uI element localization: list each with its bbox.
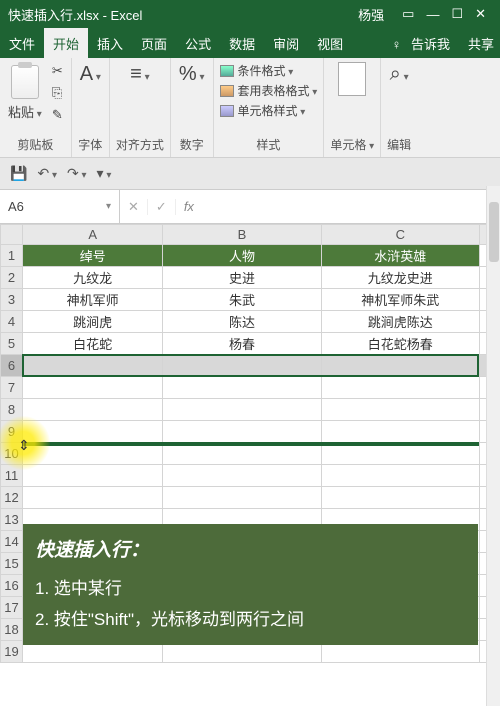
tab-formulas[interactable]: 公式 <box>176 28 220 58</box>
file-name: 快速插入行.xlsx - Excel <box>8 5 142 24</box>
data-row-4: 4 跳涧虎 陈达 跳涧虎陈达 <box>1 311 500 333</box>
close-icon[interactable]: ✕ <box>475 6 486 22</box>
table-format-icon <box>220 85 234 97</box>
cells-button[interactable] <box>330 62 374 96</box>
paste-button[interactable]: 粘贴 <box>6 65 44 122</box>
title-bar: 快速插入行.xlsx - Excel 杨强 ▭ — ☐ ✕ <box>0 0 500 28</box>
copy-icon[interactable]: ⎘ <box>50 84 65 102</box>
tab-data[interactable]: 数据 <box>220 28 264 58</box>
cond-format-icon <box>220 65 234 77</box>
tell-me[interactable]: ♀ 告诉我 <box>386 34 462 53</box>
cell-style-icon <box>220 105 234 117</box>
group-cells: 单元格 <box>324 58 381 157</box>
name-box[interactable]: A6 <box>0 190 120 223</box>
tab-home[interactable]: 开始 <box>44 28 88 58</box>
clipboard-icon <box>11 65 39 99</box>
ribbon: 粘贴 ✂ ⎘ ✎ 剪贴板 A 字体 ≡ 对齐方式 % 数字 条件格式 套用表格格… <box>0 58 500 158</box>
guide-title: 快速插入行： <box>35 534 466 568</box>
vertical-scrollbar[interactable] <box>486 186 500 706</box>
cell-style[interactable]: 单元格样式 <box>220 102 318 119</box>
cut-icon[interactable]: ✂ <box>50 62 65 80</box>
instruction-overlay: 快速插入行： 1. 选中某行 2. 按住"Shift"，光标移动到两行之间 <box>23 524 478 645</box>
group-align: ≡ 对齐方式 <box>110 58 171 157</box>
clipboard-label: 剪贴板 <box>6 134 65 153</box>
row-header[interactable]: 1 <box>1 245 23 267</box>
ribbon-options-icon[interactable]: ▭ <box>402 6 414 22</box>
cells-icon <box>338 62 366 96</box>
selected-row-6: 6 <box>1 355 500 377</box>
user-name: 杨强 <box>358 5 384 24</box>
quick-access-toolbar: 💾 ↶ ↷ ▾ <box>0 158 500 190</box>
col-header-A[interactable]: A <box>23 225 163 245</box>
share-button[interactable]: 共享 <box>462 34 500 53</box>
tab-layout[interactable]: 页面 <box>132 28 176 58</box>
col-header-C[interactable]: C <box>321 225 479 245</box>
formula-bar: A6 ✕ ✓ fx <box>0 190 500 224</box>
number-dropdown[interactable]: % <box>177 62 207 87</box>
save-icon[interactable]: 💾 <box>10 165 27 182</box>
fx-label[interactable]: fx <box>176 199 202 214</box>
format-painter-icon[interactable]: ✎ <box>50 106 65 124</box>
guide-step1: 1. 选中某行 <box>35 574 466 605</box>
editing-dropdown[interactable]: ⌕ <box>387 62 411 87</box>
ribbon-tabs: 文件 开始 插入 页面 公式 数据 审阅 视图 ♀ 告诉我 共享 <box>0 28 500 58</box>
redo-button[interactable]: ↷ <box>67 165 87 182</box>
group-editing: ⌕ 编辑 <box>381 58 417 157</box>
col-header-B[interactable]: B <box>163 225 321 245</box>
undo-button[interactable]: ↶ <box>37 165 57 182</box>
font-dropdown[interactable]: A <box>78 62 103 87</box>
data-row-2: 2 九纹龙 史进 九纹龙史进 <box>1 267 500 289</box>
conditional-format[interactable]: 条件格式 <box>220 62 318 79</box>
confirm-edit-icon[interactable]: ✓ <box>148 199 176 215</box>
guide-step2: 2. 按住"Shift"，光标移动到两行之间 <box>35 605 466 636</box>
cancel-edit-icon[interactable]: ✕ <box>120 199 148 215</box>
group-clipboard: 粘贴 ✂ ⎘ ✎ 剪贴板 <box>0 58 72 157</box>
spreadsheet-grid[interactable]: A B C 1 绰号 人物 水浒英雄 2 九纹龙 史进 九纹龙史进 3 神机军师… <box>0 224 500 663</box>
select-all-corner[interactable] <box>1 225 23 245</box>
qat-customize[interactable]: ▾ <box>97 165 112 182</box>
tab-insert[interactable]: 插入 <box>88 28 132 58</box>
data-row-3: 3 神机军师 朱武 神机军师朱武 <box>1 289 500 311</box>
minimize-icon[interactable]: — <box>426 7 439 22</box>
align-dropdown[interactable]: ≡ <box>116 62 164 87</box>
group-number: % 数字 <box>171 58 214 157</box>
tab-view[interactable]: 视图 <box>308 28 352 58</box>
data-row-1: 1 绰号 人物 水浒英雄 <box>1 245 500 267</box>
tab-review[interactable]: 审阅 <box>264 28 308 58</box>
group-styles: 条件格式 套用表格格式 单元格样式 样式 <box>214 58 325 157</box>
tab-file[interactable]: 文件 <box>0 28 44 58</box>
maximize-icon[interactable]: ☐ <box>451 6 463 22</box>
group-font: A 字体 <box>72 58 110 157</box>
data-row-5: 5 白花蛇 杨春 白花蛇杨春 <box>1 333 500 355</box>
table-format[interactable]: 套用表格格式 <box>220 82 318 99</box>
